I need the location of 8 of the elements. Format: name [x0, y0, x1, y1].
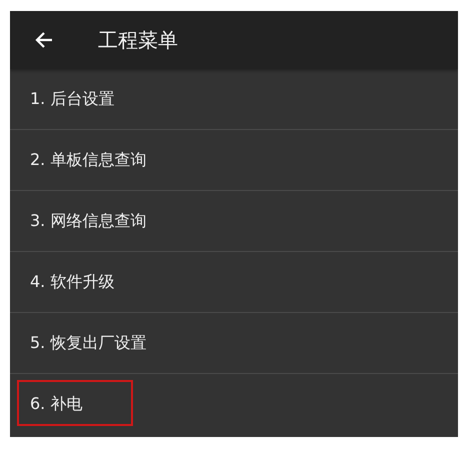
- menu-item[interactable]: 5. 恢复出厂设置: [10, 313, 458, 374]
- menu-item[interactable]: 6. 补电: [10, 374, 458, 434]
- screen-title: 工程菜单: [98, 26, 178, 54]
- menu-item[interactable]: 1. 后台设置: [10, 69, 458, 130]
- back-arrow-icon[interactable]: [34, 30, 54, 50]
- menu-item[interactable]: 3. 网络信息查询: [10, 191, 458, 252]
- menu-item[interactable]: 2. 单板信息查询: [10, 130, 458, 191]
- menu-item[interactable]: 4. 软件升级: [10, 252, 458, 313]
